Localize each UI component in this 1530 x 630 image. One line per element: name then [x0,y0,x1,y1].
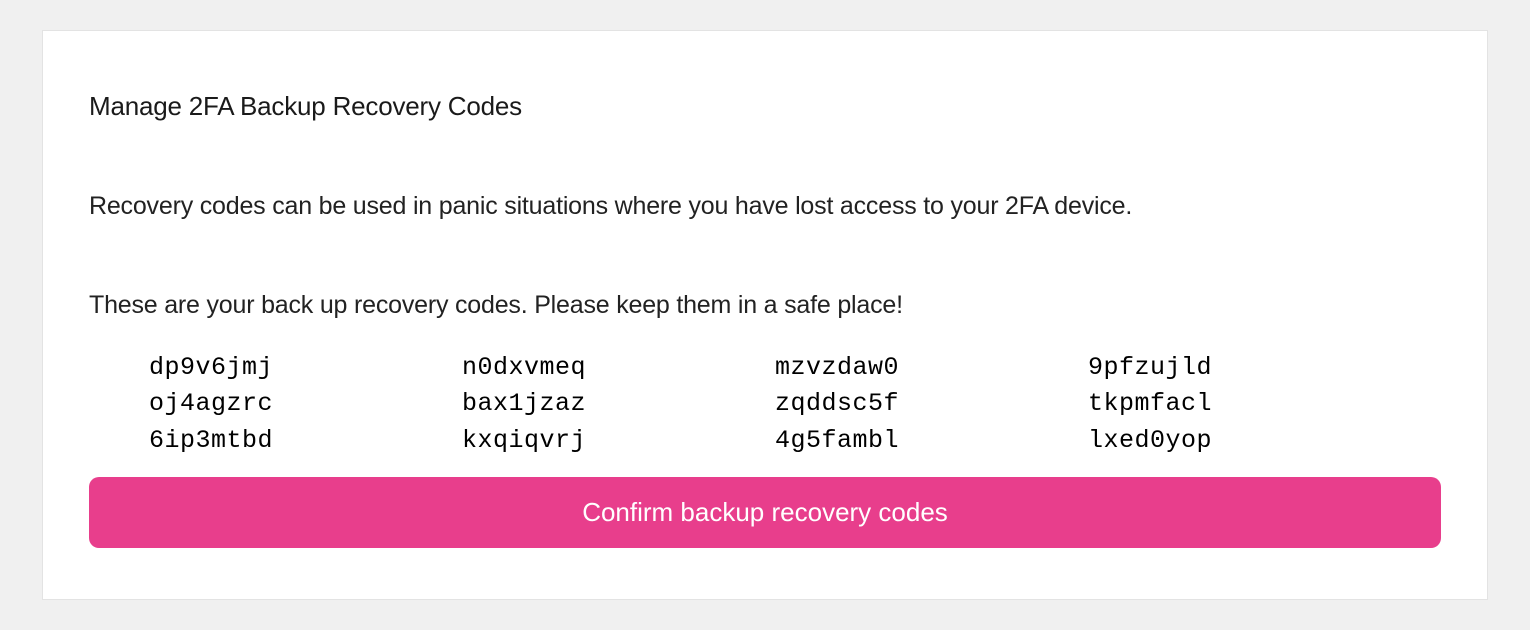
description-text: Recovery codes can be used in panic situ… [89,192,1441,221]
confirm-recovery-codes-button[interactable]: Confirm backup recovery codes [89,477,1441,548]
recovery-code: zqddsc5f [775,386,1068,422]
code-column: 9pfzujld tkpmfacl lxed0yop [1088,350,1381,459]
recovery-code: dp9v6jmj [149,350,442,386]
recovery-code: bax1jzaz [462,386,755,422]
recovery-codes-card: Manage 2FA Backup Recovery Codes Recover… [42,30,1488,600]
recovery-code: 6ip3mtbd [149,423,442,459]
code-column: n0dxvmeq bax1jzaz kxqiqvrj [462,350,755,459]
instruction-text: These are your back up recovery codes. P… [89,291,1441,320]
page-title: Manage 2FA Backup Recovery Codes [89,91,1441,122]
recovery-code: n0dxvmeq [462,350,755,386]
recovery-code: lxed0yop [1088,423,1381,459]
code-column: dp9v6jmj oj4agzrc 6ip3mtbd [149,350,442,459]
recovery-code: tkpmfacl [1088,386,1381,422]
recovery-code: mzvzdaw0 [775,350,1068,386]
code-column: mzvzdaw0 zqddsc5f 4g5fambl [775,350,1068,459]
recovery-code: 4g5fambl [775,423,1068,459]
recovery-code: kxqiqvrj [462,423,755,459]
recovery-code: oj4agzrc [149,386,442,422]
recovery-code: 9pfzujld [1088,350,1381,386]
recovery-codes-grid: dp9v6jmj oj4agzrc 6ip3mtbd n0dxvmeq bax1… [89,350,1441,459]
